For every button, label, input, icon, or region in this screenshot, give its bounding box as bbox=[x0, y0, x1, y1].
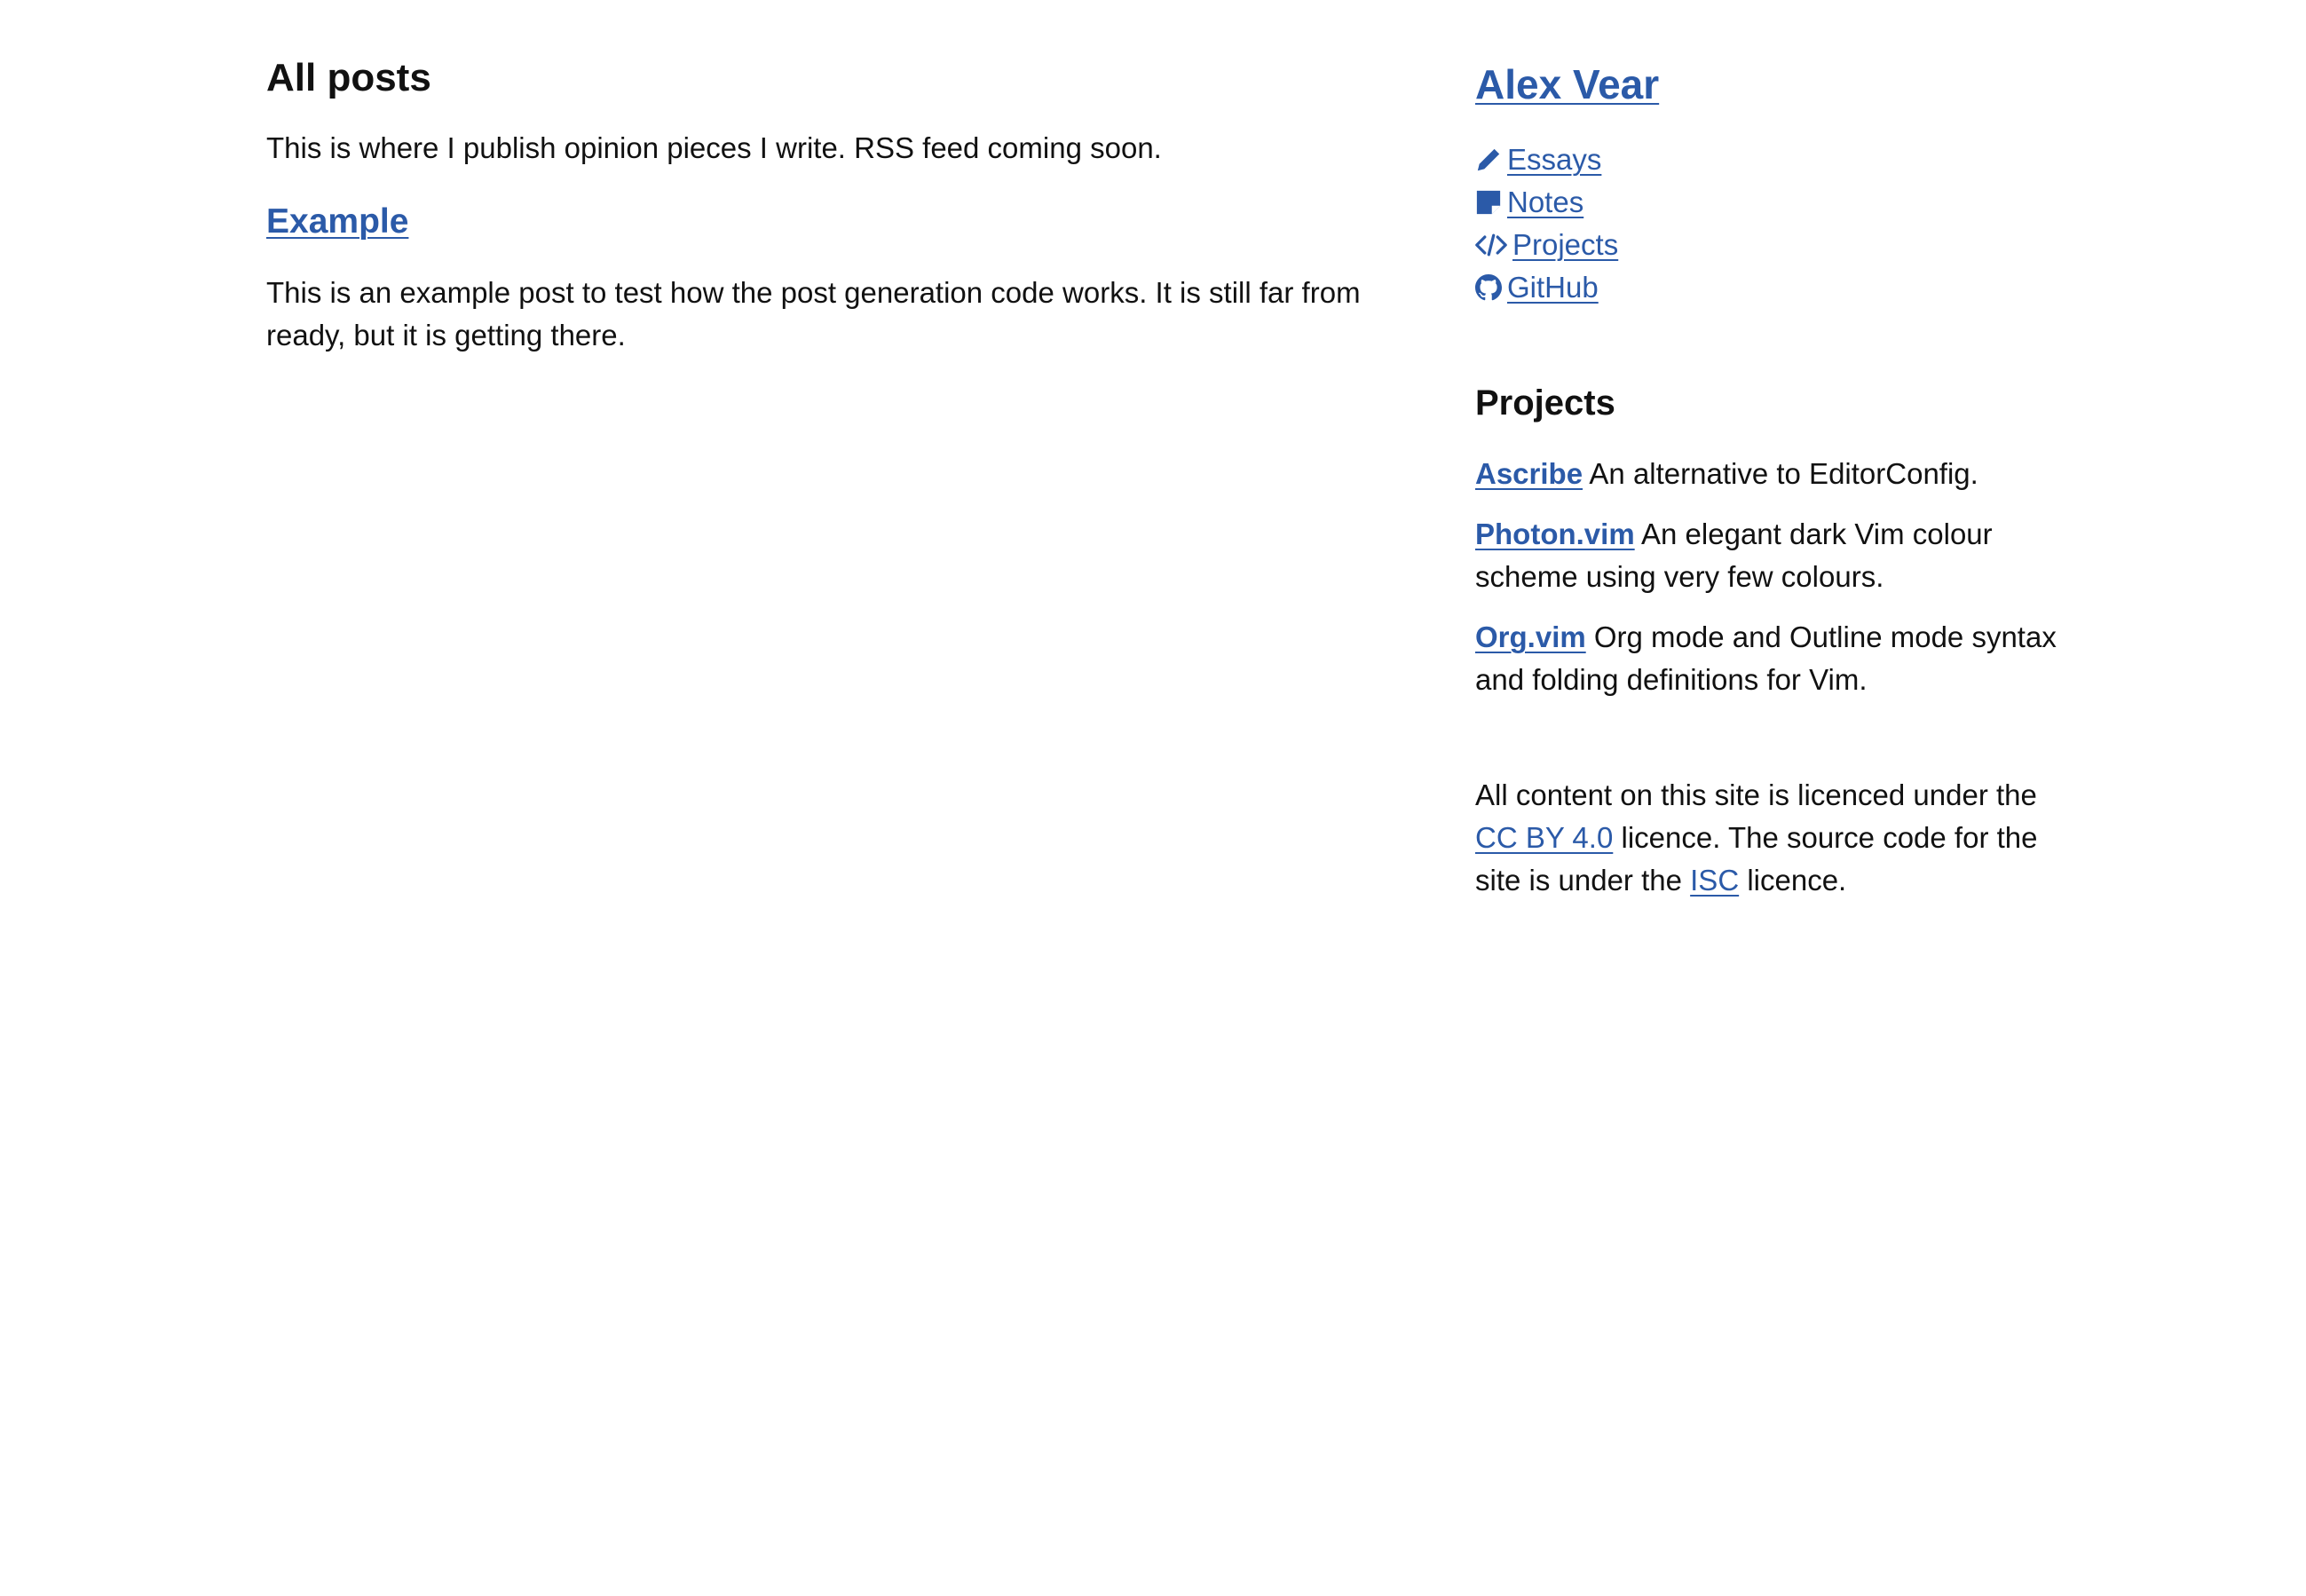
sidebar: Alex Vear Essays Notes Projects GitHub P… bbox=[1475, 59, 2079, 902]
nav-item-github: GitHub bbox=[1475, 266, 2079, 309]
nav-item-notes: Notes bbox=[1475, 181, 2079, 224]
nav-link-github[interactable]: GitHub bbox=[1507, 266, 1599, 309]
nav-link-essays[interactable]: Essays bbox=[1507, 138, 1601, 181]
licence-notice: All content on this site is licenced und… bbox=[1475, 774, 2079, 902]
project-item: Org.vim Org mode and Outline mode syntax… bbox=[1475, 616, 2079, 701]
pencil-icon bbox=[1475, 146, 1502, 173]
page-title: All posts bbox=[266, 56, 431, 99]
nav-link-projects[interactable]: Projects bbox=[1512, 224, 1618, 266]
code-icon bbox=[1475, 232, 1507, 258]
project-link-photon-vim[interactable]: Photon.vim bbox=[1475, 518, 1635, 550]
nav-item-essays: Essays bbox=[1475, 138, 2079, 181]
nav-item-projects: Projects bbox=[1475, 224, 2079, 266]
site-name-link[interactable]: Alex Vear bbox=[1475, 61, 1659, 107]
post-title-link[interactable]: Example bbox=[266, 202, 408, 241]
site-name: Alex Vear bbox=[1475, 59, 2079, 112]
github-icon bbox=[1475, 273, 1502, 301]
project-link-org-vim[interactable]: Org.vim bbox=[1475, 620, 1586, 653]
isc-licence-link[interactable]: ISC bbox=[1690, 864, 1739, 897]
sticky-note-icon bbox=[1475, 189, 1502, 216]
project-item: Photon.vim An elegant dark Vim colour sc… bbox=[1475, 513, 2079, 598]
post-title: Example bbox=[266, 200, 1398, 245]
post-entry: Example This is an example post to test … bbox=[266, 200, 1398, 357]
project-item: Ascribe An alternative to EditorConfig. bbox=[1475, 453, 2079, 495]
nav-link-notes[interactable]: Notes bbox=[1507, 181, 1583, 224]
licence-text: All content on this site is licenced und… bbox=[1475, 778, 2037, 811]
project-description: An alternative to EditorConfig. bbox=[1583, 456, 1978, 490]
page-intro: This is where I publish opinion pieces I… bbox=[266, 131, 1162, 164]
cc-by-licence-link[interactable]: CC BY 4.0 bbox=[1475, 821, 1613, 854]
project-link-ascribe[interactable]: Ascribe bbox=[1475, 457, 1583, 490]
site-nav: Essays Notes Projects GitHub bbox=[1475, 138, 2079, 309]
post-summary: This is an example post to test how the … bbox=[266, 275, 1361, 352]
projects-heading: Projects bbox=[1475, 383, 1615, 423]
main-content: All posts This is where I publish opinio… bbox=[266, 53, 1398, 357]
licence-text: licence. bbox=[1739, 863, 1847, 897]
